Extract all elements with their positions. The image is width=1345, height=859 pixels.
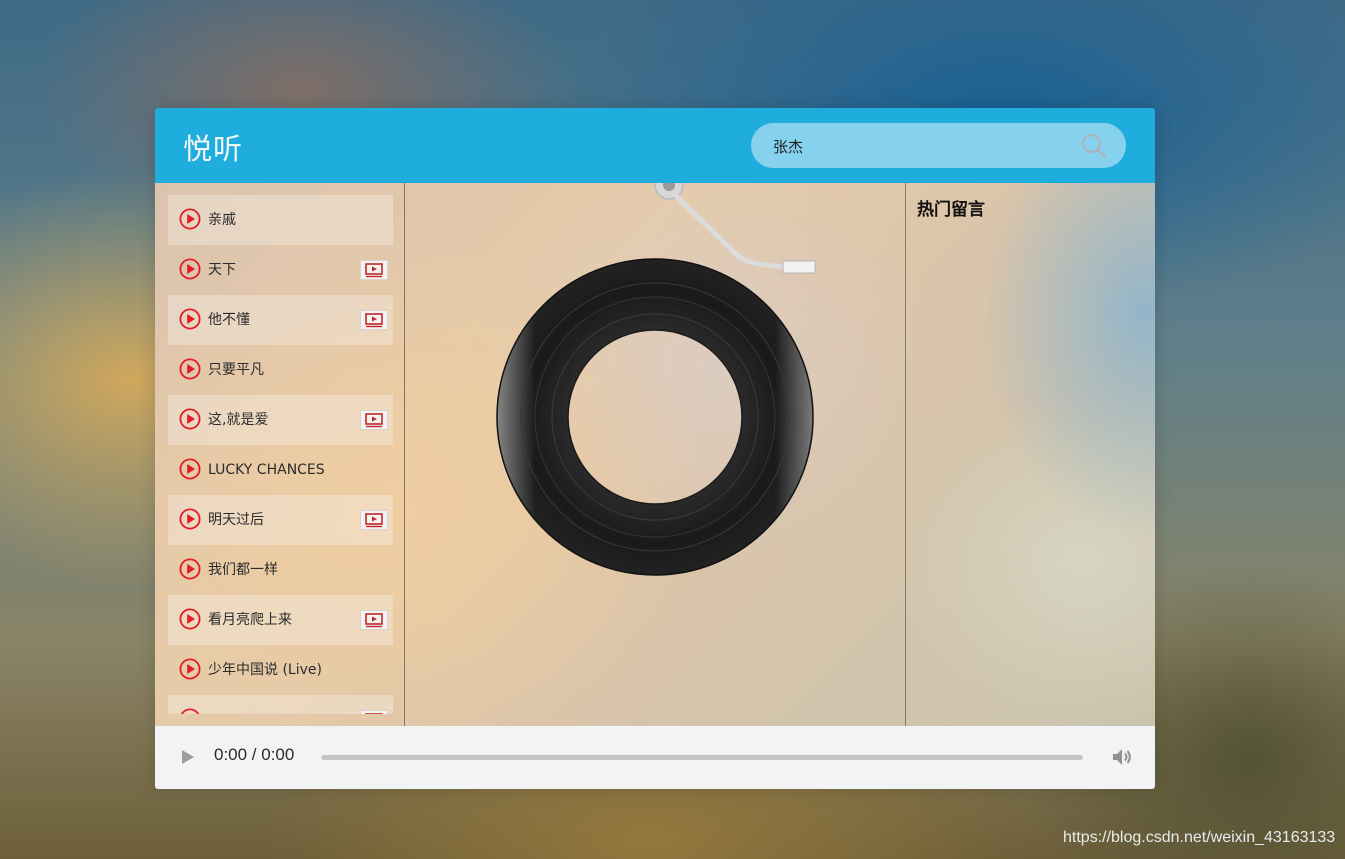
song-title: LUCKY CHANCES	[208, 462, 325, 478]
song-title: 看月亮爬上来	[208, 612, 292, 628]
song-title: 亲戚	[208, 212, 236, 228]
mv-video-icon[interactable]	[360, 610, 388, 630]
play-circle-icon[interactable]	[179, 608, 201, 630]
mv-video-icon[interactable]	[360, 410, 388, 430]
song-title: 少年中国说 (Live)	[208, 662, 322, 678]
song-item[interactable]: 只要平凡	[168, 345, 393, 395]
song-title: 明天过后	[208, 512, 264, 528]
song-item[interactable]: 看月亮爬上来	[168, 595, 393, 645]
audio-player: 0:00 / 0:00	[155, 726, 1155, 789]
play-circle-icon[interactable]	[179, 358, 201, 380]
play-circle-icon[interactable]	[179, 408, 201, 430]
vinyl-record	[496, 170, 816, 576]
song-item[interactable]: 少年中国说 (Live)	[168, 645, 393, 695]
time-display: 0:00 / 0:00	[214, 745, 295, 764]
mv-video-icon[interactable]	[360, 260, 388, 280]
play-circle-icon[interactable]	[179, 708, 201, 714]
play-circle-icon[interactable]	[179, 258, 201, 280]
mv-video-icon[interactable]	[360, 710, 388, 714]
app-logo: 悦听	[183, 132, 244, 166]
search-box	[751, 123, 1126, 170]
play-icon[interactable]	[179, 747, 197, 767]
song-item[interactable]: 明天过后	[168, 495, 393, 545]
play-circle-icon[interactable]	[179, 508, 201, 530]
header: 悦听	[155, 108, 1155, 183]
play-circle-icon[interactable]	[179, 208, 201, 230]
song-list: 亲戚天下他不懂只要平凡这,就是爱 LUCKY CHANCES 明天过后我们都一样看月…	[168, 195, 393, 714]
song-item[interactable]: 我们都一样	[168, 545, 393, 595]
song-item[interactable]: LUCKY CHANCES	[168, 445, 393, 495]
record-stage	[405, 170, 905, 726]
play-circle-icon[interactable]	[179, 308, 201, 330]
song-item[interactable]: 他不懂	[168, 295, 393, 345]
song-title: 只要平凡	[208, 362, 264, 378]
play-circle-icon[interactable]	[179, 658, 201, 680]
watermark: https://blog.csdn.net/weixin_43163133	[1063, 829, 1336, 846]
divider	[905, 183, 906, 726]
song-item[interactable]	[168, 695, 393, 714]
content-area: 亲戚天下他不懂只要平凡这,就是爱 LUCKY CHANCES 明天过后我们都一样看月…	[155, 170, 1155, 726]
song-title: 这,就是爱	[208, 412, 269, 428]
play-circle-icon[interactable]	[179, 558, 201, 580]
song-item[interactable]: 亲戚	[168, 195, 393, 245]
music-player-app: 悦听 亲戚天下他不懂只要平凡这,就是爱 LUCKY CHANCES 明天过后我们都一…	[155, 108, 1155, 789]
song-title: 我们都一样	[208, 562, 278, 578]
mv-video-icon[interactable]	[360, 310, 388, 330]
search-icon[interactable]	[1079, 131, 1109, 161]
progress-bar[interactable]	[321, 755, 1083, 760]
song-title: 他不懂	[208, 312, 250, 328]
song-title: 天下	[208, 262, 236, 278]
search-input[interactable]	[771, 123, 1075, 170]
volume-icon[interactable]	[1110, 745, 1134, 769]
mv-video-icon[interactable]	[360, 510, 388, 530]
tonearm	[654, 170, 816, 274]
play-circle-icon[interactable]	[179, 458, 201, 480]
song-item[interactable]: 天下	[168, 245, 393, 295]
song-item[interactable]: 这,就是爱	[168, 395, 393, 445]
hot-comments-title: 热门留言	[917, 200, 985, 220]
